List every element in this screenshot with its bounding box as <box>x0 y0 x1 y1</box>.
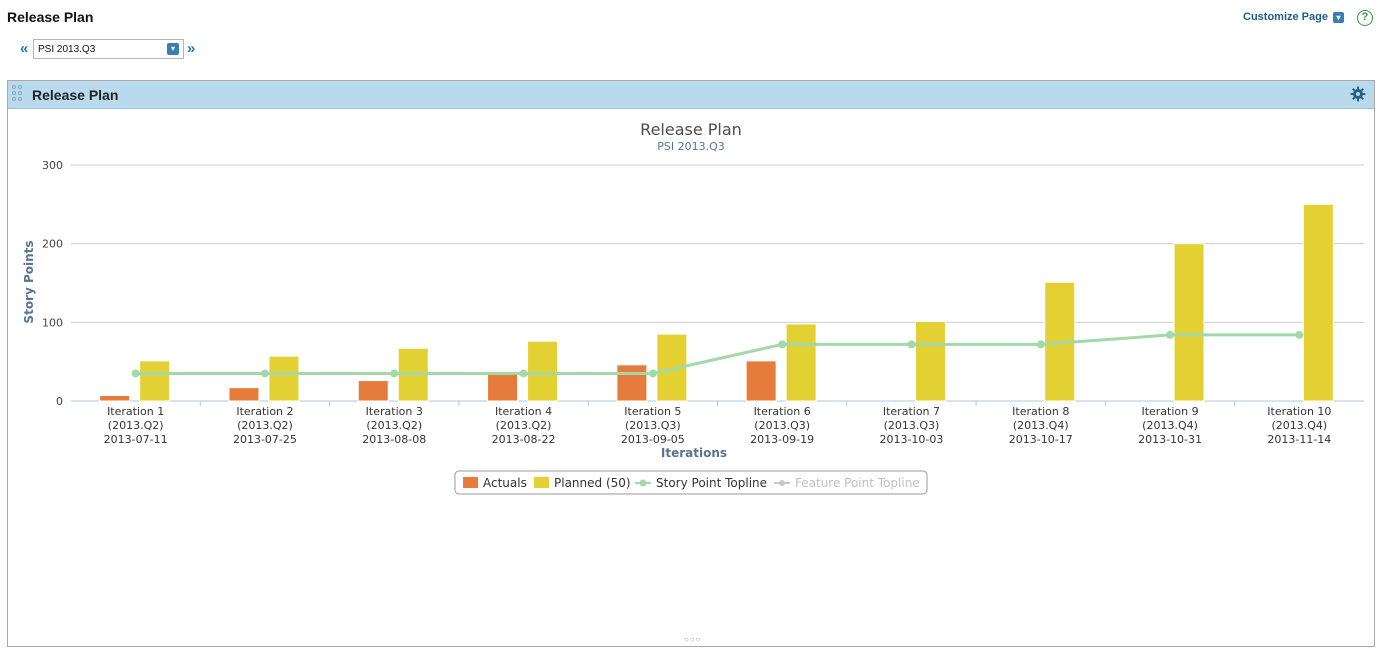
x-tick-label: Iteration 3 <box>366 405 423 418</box>
x-tick-label: (2013.Q3) <box>625 419 681 432</box>
story-point-topline-point <box>131 369 140 378</box>
resize-handle[interactable]: ○○○ <box>684 635 702 644</box>
story-point-topline-line <box>135 333 1300 375</box>
drag-handle-icon[interactable] <box>12 85 24 105</box>
bar-planned <box>527 340 559 402</box>
story-point-topline-point <box>1166 330 1175 339</box>
x-tick-label: (2013.Q2) <box>366 419 422 432</box>
bar-planned <box>139 360 171 402</box>
x-tick-label: (2013.Q2) <box>108 419 164 432</box>
y-tick-label: 200 <box>42 238 63 251</box>
release-picker[interactable]: PSI 2013.Q3 ▾ <box>33 39 184 59</box>
story-point-topline-point <box>778 340 787 349</box>
x-tick-label: Iteration 9 <box>1141 405 1198 418</box>
panel-header: Release Plan <box>8 81 1374 109</box>
y-axis-label: Story Points <box>22 240 36 323</box>
release-plan-chart: Release Plan PSI 2013.Q3 0 100 200 300 Iter… <box>22 120 1364 495</box>
x-tick-label: 2013-10-17 <box>1009 433 1073 446</box>
x-tick-label: 2013-09-19 <box>750 433 814 446</box>
x-tick-label: (2013.Q3) <box>884 419 940 432</box>
previous-release-button[interactable]: « <box>20 40 28 57</box>
bars <box>99 203 1334 402</box>
bar-planned <box>268 355 300 402</box>
chevron-down-icon: ▾ <box>1332 11 1344 23</box>
legend-label-story-point-topline: Story Point Topline <box>656 476 767 490</box>
page-title: Release Plan <box>7 9 94 25</box>
legend-item-planned[interactable]: Planned (50) <box>534 476 631 490</box>
chevron-down-icon: ▾ <box>167 43 179 55</box>
x-tick-label: Iteration 8 <box>1012 405 1069 418</box>
customize-page-menu[interactable]: Customize Page ▾ <box>1243 11 1344 23</box>
bar-actuals <box>99 394 131 402</box>
story-point-topline <box>131 330 1304 378</box>
y-tick-label: 100 <box>42 316 63 329</box>
x-tick-label: 2013-08-08 <box>362 433 426 446</box>
x-tick-label: 2013-11-14 <box>1267 433 1331 446</box>
x-tick-label: 2013-07-11 <box>104 433 168 446</box>
release-picker-value: PSI 2013.Q3 <box>38 44 96 55</box>
x-tick-label: (2013.Q4) <box>1142 419 1198 432</box>
legend-swatch-planned <box>534 477 549 488</box>
bar-actuals <box>616 364 648 402</box>
x-tick-label: Iteration 4 <box>495 405 552 418</box>
story-point-topline-point <box>907 340 916 349</box>
bar-planned <box>1173 243 1205 402</box>
gear-icon[interactable] <box>1350 86 1366 102</box>
help-icon[interactable]: ? <box>1357 10 1373 26</box>
x-tick-label: Iteration 2 <box>236 405 293 418</box>
story-point-topline-point <box>648 369 657 378</box>
story-point-topline-point <box>1295 330 1304 339</box>
panel-title: Release Plan <box>32 87 119 103</box>
customize-page-label: Customize Page <box>1243 11 1328 23</box>
legend-item-feature-point-topline[interactable]: Feature Point Topline <box>774 476 920 490</box>
y-axis-ticks: 0 100 200 300 <box>42 159 63 408</box>
story-point-topline-point <box>1036 340 1045 349</box>
x-tick-label: (2013.Q2) <box>496 419 552 432</box>
legend-marker-feature-point-topline <box>779 480 785 486</box>
x-tick-label: (2013.Q4) <box>1013 419 1069 432</box>
story-point-topline-point <box>390 369 399 378</box>
x-tick-label: Iteration 1 <box>107 405 164 418</box>
x-tick-label: (2013.Q4) <box>1271 419 1327 432</box>
story-point-topline-point <box>260 369 269 378</box>
y-tick-label: 300 <box>42 159 63 172</box>
release-plan-panel: Release Plan Release Plan PSI 2013.Q3 0 1… <box>7 80 1375 647</box>
legend-marker-story-point-topline <box>639 479 647 487</box>
bar-planned <box>785 323 817 402</box>
x-axis-ticks: Iteration 1(2013.Q2)2013-07-11Iteration … <box>104 405 1332 446</box>
bar-actuals <box>357 380 389 402</box>
legend-label-planned: Planned (50) <box>554 476 631 490</box>
story-point-topline-point <box>519 369 528 378</box>
x-tick-label: (2013.Q2) <box>237 419 293 432</box>
x-tick-label: (2013.Q3) <box>754 419 810 432</box>
legend: Actuals Planned (50) Story Point Topline… <box>454 470 928 495</box>
bar-actuals <box>487 372 519 402</box>
x-tick-label: Iteration 10 <box>1267 405 1331 418</box>
chart-subtitle: PSI 2013.Q3 <box>657 140 725 153</box>
x-axis-label: Iterations <box>661 446 727 460</box>
x-tick-label: 2013-07-25 <box>233 433 297 446</box>
bar-planned <box>914 321 946 402</box>
y-tick-label: 0 <box>56 395 63 408</box>
bar-actuals <box>745 360 777 402</box>
x-tick-label: 2013-10-31 <box>1138 433 1202 446</box>
x-tick-label: Iteration 6 <box>754 405 811 418</box>
next-release-button[interactable]: » <box>187 40 195 57</box>
legend-label-actuals: Actuals <box>483 476 527 490</box>
x-tick-label: Iteration 7 <box>883 405 940 418</box>
x-tick-label: 2013-09-05 <box>621 433 685 446</box>
bar-actuals <box>228 387 260 402</box>
legend-label-feature-point-topline: Feature Point Topline <box>795 476 920 490</box>
chart-title: Release Plan <box>640 120 742 139</box>
x-tick-label: 2013-10-03 <box>879 433 943 446</box>
legend-swatch-actuals <box>463 477 478 488</box>
legend-item-actuals[interactable]: Actuals <box>463 476 527 490</box>
x-tick-label: Iteration 5 <box>624 405 681 418</box>
bar-planned <box>1302 203 1334 402</box>
x-tick-label: 2013-08-22 <box>492 433 556 446</box>
